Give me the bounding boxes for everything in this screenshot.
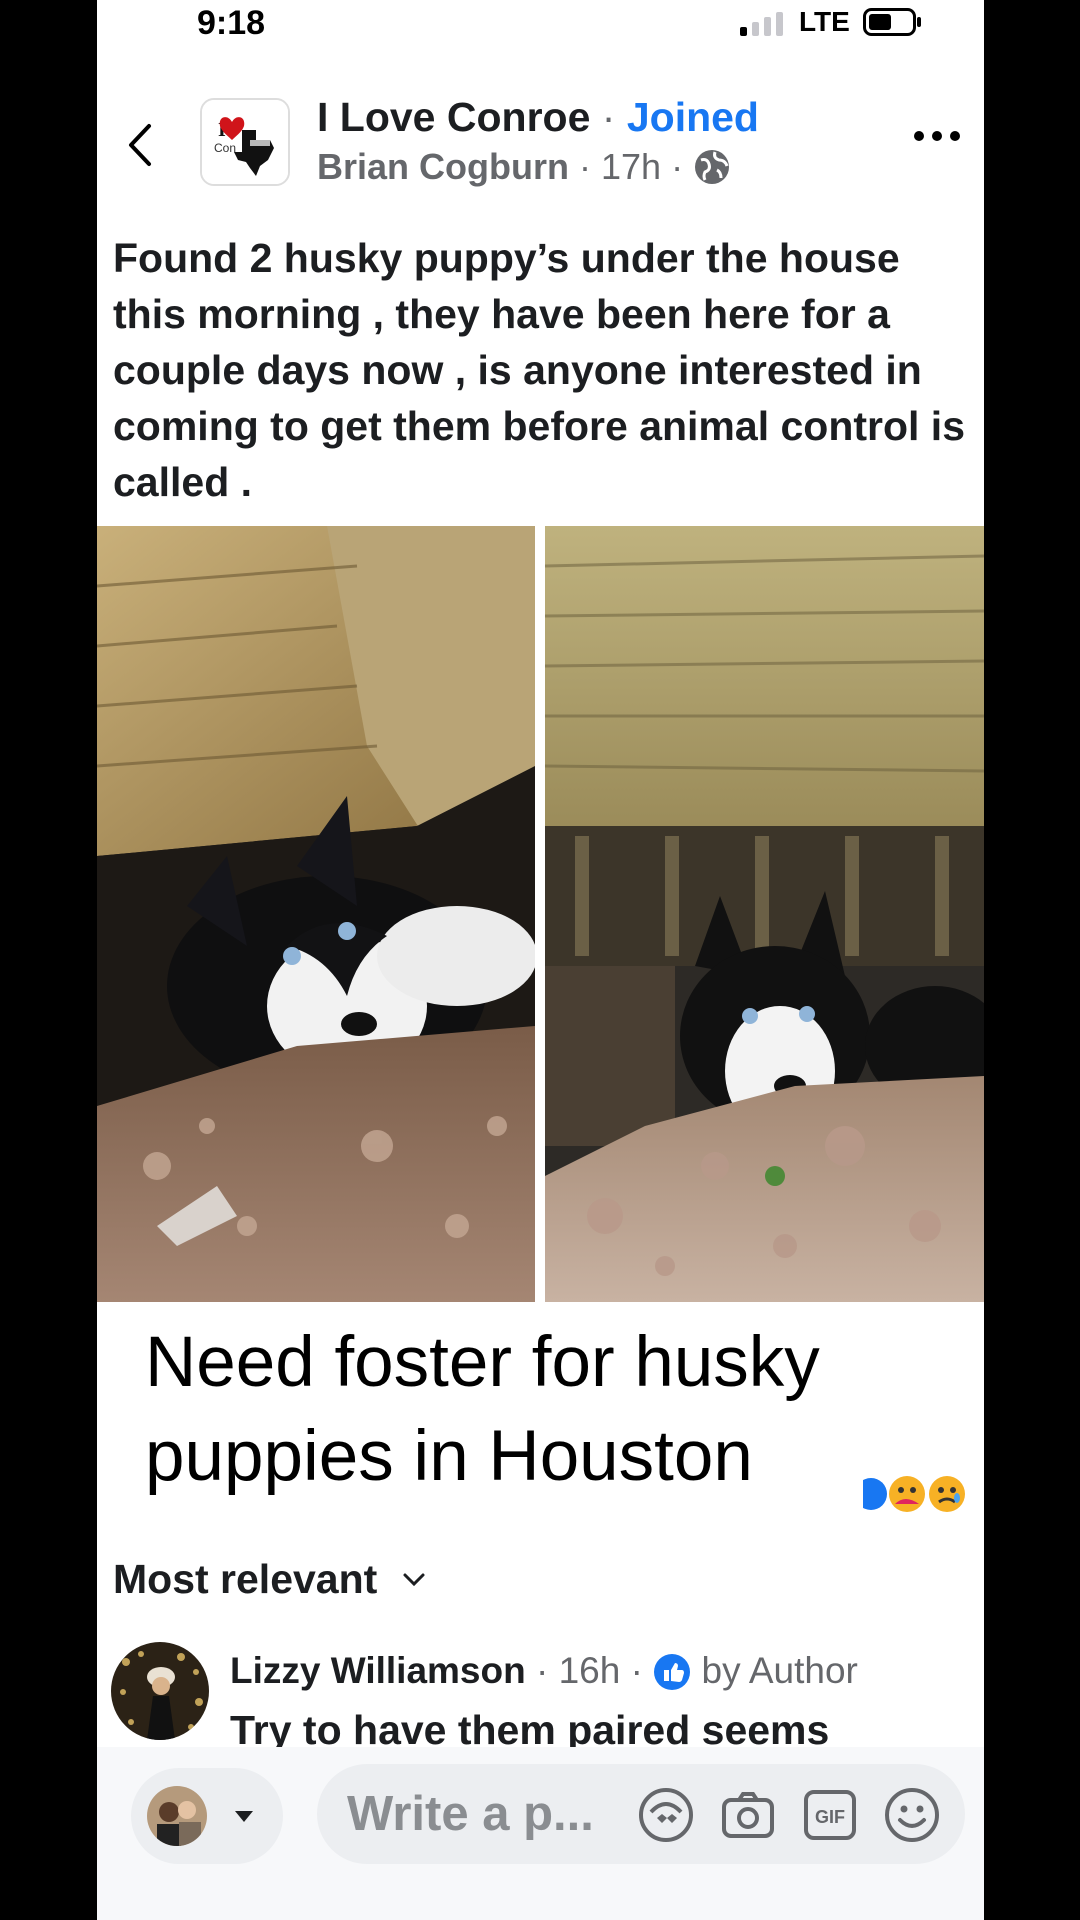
back-arrow-icon[interactable] [121, 120, 161, 170]
group-title-row: I Love Conroe · Joined [317, 94, 759, 141]
phone-screen: 9:18 LTE I Con I Love Conroe · Joined Br… [97, 0, 984, 1920]
comment-placeholder[interactable]: Write a p... [347, 1786, 594, 1842]
chevron-down-icon [403, 1573, 425, 1587]
comment-sort-dropdown[interactable]: Most relevant [113, 1556, 427, 1603]
separator: · [579, 146, 591, 187]
author-row: Brian Cogburn · 17h · [317, 146, 731, 188]
svg-text:GIF: GIF [815, 1807, 845, 1827]
gif-icon[interactable]: GIF [801, 1786, 859, 1844]
group-name[interactable]: I Love Conroe [317, 94, 590, 140]
svg-text:Con: Con [214, 141, 236, 155]
i-love-conroe-logo: I Con [202, 100, 288, 184]
camera-icon[interactable] [719, 1786, 777, 1844]
more-options-icon[interactable] [913, 126, 961, 146]
separator: · [536, 1650, 549, 1691]
video-caption: Need foster for husky puppies in Houston [145, 1316, 965, 1504]
comment-meta: Lizzy Williamson · 16h · by Author [230, 1650, 858, 1692]
signal-icon [740, 12, 783, 36]
emoji-icon[interactable] [883, 1786, 941, 1844]
husky-under-house-photo-2 [545, 526, 984, 1302]
author-name[interactable]: Brian Cogburn [317, 146, 569, 187]
author-badge-label: by Author [701, 1650, 858, 1691]
caption-line-2: puppies in Houston [145, 1417, 753, 1496]
status-bar: 9:18 LTE [97, 0, 984, 48]
separator: · [630, 1650, 643, 1691]
reaction-icons[interactable] [863, 1474, 967, 1514]
post-time[interactable]: 17h [601, 146, 661, 187]
joined-status: Joined [626, 94, 759, 140]
separator: · [671, 146, 684, 187]
user-photo [147, 1786, 207, 1846]
status-time: 9:18 [197, 4, 266, 42]
caption-line-1: Need foster for husky [145, 1323, 820, 1402]
post-photo-right[interactable] [545, 526, 984, 1302]
sort-label: Most relevant [113, 1556, 378, 1602]
husky-under-house-photo-1 [97, 526, 535, 1302]
caret-down-icon[interactable] [233, 1808, 255, 1824]
separator: · [601, 94, 616, 140]
group-logo[interactable]: I Con [200, 98, 290, 186]
post-text: Found 2 husky puppy’s under the house th… [113, 235, 965, 505]
post-photo-left[interactable] [97, 526, 535, 1302]
network-label: LTE [799, 6, 850, 37]
commenter-avatar[interactable] [111, 1642, 209, 1740]
comment-time: 16h [558, 1650, 621, 1691]
avatar-sticker-icon[interactable] [637, 1786, 695, 1844]
battery-icon [863, 8, 921, 36]
comment-text: Try to have them paired seems [230, 1707, 830, 1749]
commenter-name[interactable]: Lizzy Williamson [230, 1650, 526, 1691]
user-avatar [147, 1786, 207, 1846]
thumbs-up-author-icon [654, 1654, 691, 1690]
globe-icon [695, 150, 730, 184]
commenter-photo [111, 1642, 209, 1740]
